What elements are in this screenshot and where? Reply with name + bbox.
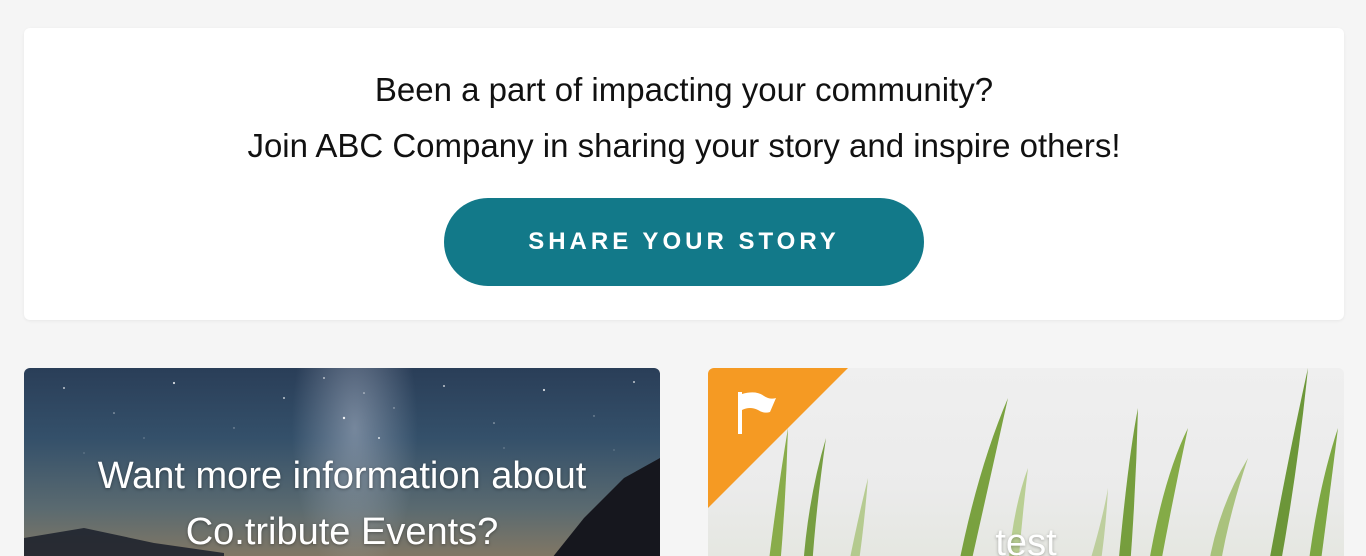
event-info-title-line1: Want more information about <box>97 455 587 497</box>
share-story-card: Been a part of impacting your community?… <box>24 28 1344 320</box>
event-info-title-line2: Co.tribute Events? <box>185 511 499 553</box>
flag-icon <box>738 392 776 434</box>
story-tile[interactable]: test <box>708 368 1344 556</box>
flag-badge <box>708 368 848 508</box>
share-your-story-button[interactable]: SHARE YOUR STORY <box>444 198 924 286</box>
event-info-title: Want more information about Co.tribute E… <box>24 448 660 556</box>
page: Been a part of impacting your community?… <box>0 0 1366 556</box>
cta-heading: Been a part of impacting your community? <box>374 71 994 108</box>
cta-subheading: Join ABC Company in sharing your story a… <box>247 127 1121 164</box>
story-title: test <box>995 522 1057 556</box>
event-info-tile[interactable]: Want more information about Co.tribute E… <box>24 368 660 556</box>
